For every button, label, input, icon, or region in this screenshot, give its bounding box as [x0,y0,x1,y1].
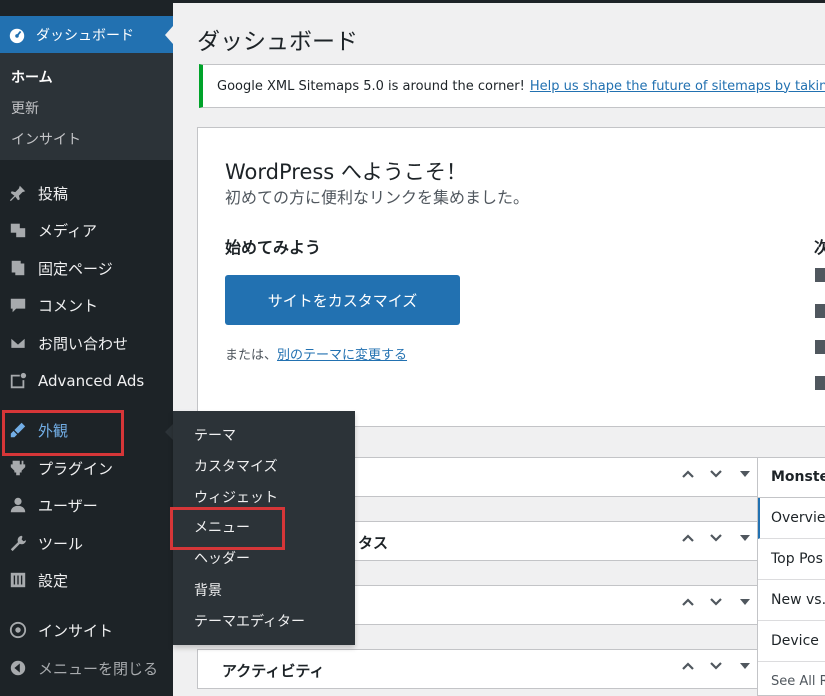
view-site-icon [815,376,825,390]
sidebar-item-pages[interactable]: 固定ページ [0,251,173,285]
move-down-icon[interactable] [708,530,724,546]
sidebar-item-label: 設定 [38,571,69,590]
customize-site-button[interactable]: サイトをカスタマイズ [225,275,460,325]
sidebar-item-label: 固定ページ [38,259,113,278]
plugin-icon [8,458,28,478]
move-up-icon[interactable] [680,594,696,610]
welcome-subtitle: 初めての方に便利なリンクを集めました。 [225,188,530,207]
toggle-panel-icon[interactable] [740,471,750,477]
widget-title: Monste [758,458,825,498]
page-title: ダッシュボード [197,29,358,55]
sidebar-item-label: ダッシュボード [36,27,134,44]
sidebar-item-advanced-ads[interactable]: Advanced Ads [0,364,173,398]
submenu-item-home[interactable]: ホーム [11,67,53,87]
sidebar-item-insights[interactable]: インサイト [0,613,173,647]
postbox-title: タス [358,534,389,552]
current-arrow [165,26,173,44]
sidebar-item-comments[interactable]: コメント [0,288,173,322]
user-icon [8,495,28,515]
toggle-panel-icon[interactable] [740,599,750,605]
sidebar-item-plugins[interactable]: プラグイン [0,451,173,485]
widget-tab-device[interactable]: Device [758,621,825,662]
sidebar-item-label: お問い合わせ [38,334,129,353]
postbox-title: アクティビティ [222,662,325,680]
sidebar-item-label: コメント [38,296,99,315]
notice-link[interactable]: Help us shape the future of sitemaps by … [530,79,825,94]
postbox-controls [680,658,750,674]
pages-icon [8,258,28,278]
home-icon [815,340,825,354]
sidebar-collapse-button[interactable]: メニューを閉じる [0,651,173,685]
move-down-icon[interactable] [708,594,724,610]
dashboard-submenu: ホーム 更新 インサイト [0,53,173,160]
edit-page-icon [815,268,825,282]
add-page-icon [815,304,825,318]
change-theme-line: または、別のテーマに変更する [225,344,407,363]
sidebar-item-tools[interactable]: ツール [0,526,173,560]
dashboard-icon [8,25,28,45]
welcome-title: WordPress へようこそ！ [225,160,467,184]
settings-icon [8,570,28,590]
change-theme-link[interactable]: 別のテーマに変更する [277,348,407,363]
admin-sidebar: ダッシュボード ホーム 更新 インサイト 投稿 メディア 固定ページ コメント … [0,0,173,696]
get-started-heading: 始めてみよう [225,238,322,257]
flyout-item-theme-editor[interactable]: テーマエディター [194,611,305,631]
collapse-icon [8,658,28,678]
pin-icon [8,183,28,203]
toggle-panel-icon[interactable] [740,663,750,669]
postbox-controls [680,594,750,610]
submenu-item-insights[interactable]: インサイト [11,129,81,149]
sidebar-item-label: Advanced Ads [38,372,145,390]
mail-icon [8,333,28,353]
comment-icon [8,295,28,315]
media-icon [8,220,28,240]
insights-icon [8,620,28,640]
sidebar-item-contact[interactable]: お問い合わせ [0,326,173,360]
sidebar-item-label: メディア [38,221,97,240]
sidebar-item-label: ユーザー [38,496,98,515]
monsterinsights-widget: Monste Overvie Top Pos New vs. Device Se… [757,457,825,696]
widget-tab-top-posts[interactable]: Top Pos [758,539,825,580]
flyout-item-customize[interactable]: カスタマイズ [194,456,278,476]
move-up-icon[interactable] [680,530,696,546]
widget-tab-overview[interactable]: Overvie [758,498,825,539]
sidebar-item-dashboard[interactable]: ダッシュボード [0,16,173,53]
welcome-panel: WordPress へようこそ！ 初めての方に便利なリンクを集めました。 始めて… [197,127,825,427]
sidebar-item-label: インサイト [38,621,114,640]
flyout-item-widgets[interactable]: ウィジェット [194,487,278,507]
sidebar-item-label: プラグイン [38,459,114,478]
ads-icon [8,371,28,391]
postbox-controls [680,530,750,546]
sidebar-item-posts[interactable]: 投稿 [0,176,173,210]
move-up-icon[interactable] [680,466,696,482]
notice-text: Google XML Sitemaps 5.0 is around the co… [217,78,525,94]
move-down-icon[interactable] [708,658,724,674]
move-down-icon[interactable] [708,466,724,482]
flyout-item-header[interactable]: ヘッダー [194,548,250,568]
or-text: または、 [225,348,278,363]
sidebar-item-users[interactable]: ユーザー [0,488,173,522]
sidebar-item-media[interactable]: メディア [0,213,173,247]
sitemap-notice: Google XML Sitemaps 5.0 is around the co… [199,64,825,108]
move-up-icon[interactable] [680,658,696,674]
next-steps-heading: 次 [814,238,825,257]
postbox-controls [680,466,750,482]
next-steps-icons [815,268,825,412]
postbox-activity: アクティビティ [197,649,763,689]
wrench-icon [8,533,28,553]
flyout-item-themes[interactable]: テーマ [194,425,236,445]
sidebar-item-label: 投稿 [38,184,69,203]
submenu-item-updates[interactable]: 更新 [11,98,39,118]
sidebar-item-settings[interactable]: 設定 [0,563,173,597]
highlight-box-menus [170,507,285,550]
flyout-caret [165,424,173,440]
sidebar-item-label: メニューを閉じる [38,659,159,678]
sidebar-item-label: ツール [38,534,84,553]
flyout-item-background[interactable]: 背景 [194,580,222,600]
widget-tab-new-vs[interactable]: New vs. [758,580,825,621]
highlight-box-appearance [2,410,124,456]
toggle-panel-icon[interactable] [740,535,750,541]
widget-see-all[interactable]: See All R [758,662,825,695]
